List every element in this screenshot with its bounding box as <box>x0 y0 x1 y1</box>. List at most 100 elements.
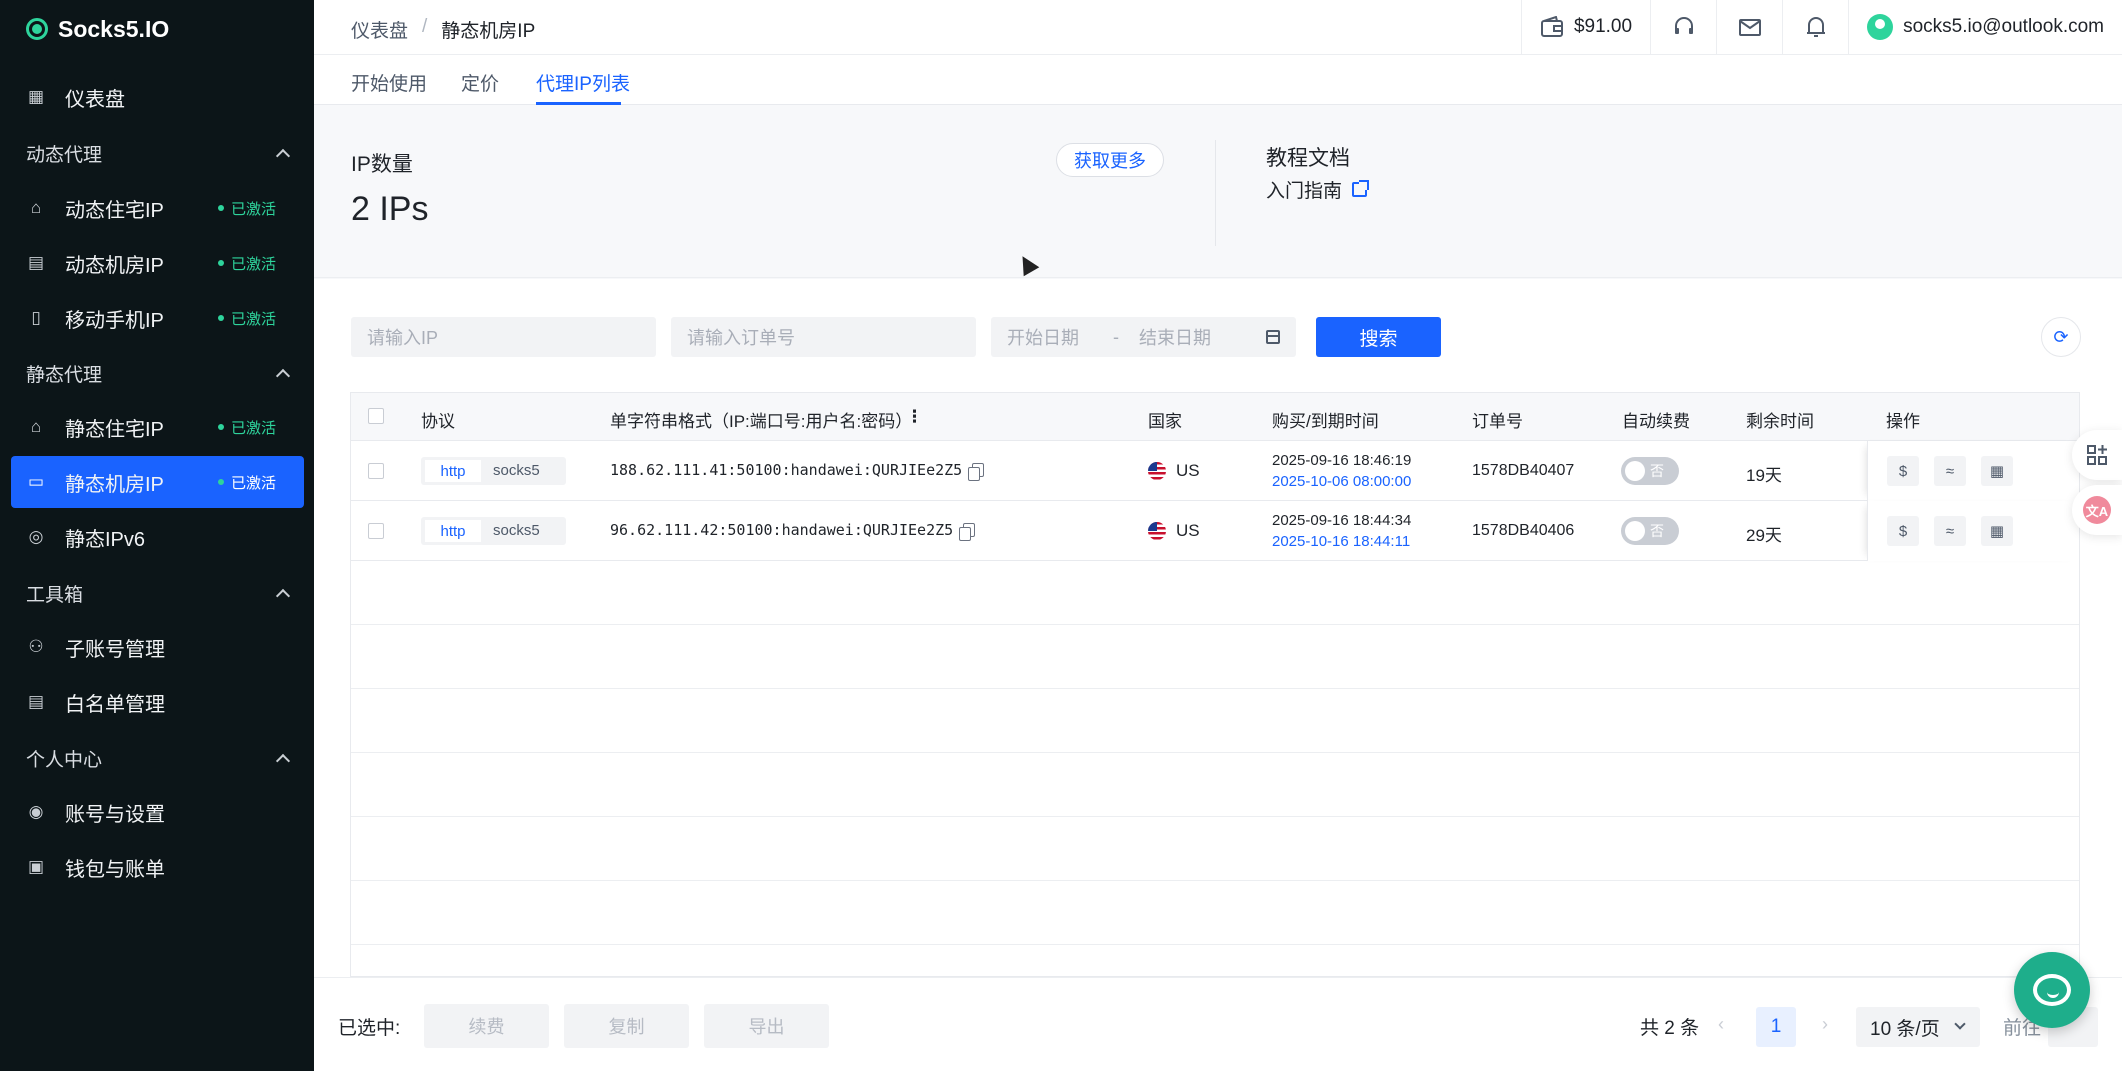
page-number[interactable]: 1 <box>1756 1007 1796 1047</box>
support-button[interactable] <box>1650 0 1716 54</box>
main-content: 请输入IP 请输入订单号 开始日期 - 结束日期 搜索 ⟳ 协议 单字符串格式（… <box>314 279 2122 977</box>
sidebar-item-dynamic-datacenter[interactable]: ▤ 动态机房IP 已激活 <box>11 237 304 289</box>
sidebar-item-subaccounts[interactable]: ⚇ 子账号管理 <box>11 621 304 673</box>
breadcrumb-dashboard[interactable]: 仪表盘 <box>351 16 408 43</box>
row-checkbox[interactable] <box>368 463 384 479</box>
apps-button[interactable] <box>2072 430 2122 480</box>
ip-count-value: 2 IPs <box>351 190 429 228</box>
batch-renew-button[interactable]: 续费 <box>424 1004 549 1048</box>
sidebar-item-label: 动态住宅IP <box>65 199 164 222</box>
sidebar-group-label: 静态代理 <box>26 364 103 386</box>
select-all-checkbox[interactable] <box>368 408 384 424</box>
ip-search-input[interactable]: 请输入IP <box>351 317 656 357</box>
balance-button[interactable]: $91.00 <box>1520 0 1650 54</box>
balance-amount: $91.00 <box>1573 16 1633 37</box>
table-row: http socks5 96.62.111.42:50100:handawei:… <box>351 501 2079 561</box>
column-menu-icon[interactable]: ⋮ <box>906 407 923 427</box>
renew-icon[interactable]: $ <box>1887 516 1919 546</box>
sidebar-group-static[interactable]: 静态代理 <box>0 353 314 393</box>
date-range-picker[interactable]: 开始日期 - 结束日期 <box>991 317 1296 357</box>
chevron-down-icon <box>1954 1018 1966 1030</box>
toggle-knob <box>1625 461 1645 481</box>
batch-copy-button[interactable]: 复制 <box>564 1004 689 1048</box>
copy-icon[interactable] <box>959 523 976 541</box>
auto-renew-toggle[interactable]: 否 <box>1621 517 1679 545</box>
page-size-select[interactable]: 10 条/页 <box>1856 1007 1980 1047</box>
user-email: socks5.io@outlook.com <box>1903 16 2104 37</box>
get-more-button[interactable]: 获取更多 <box>1056 143 1164 177</box>
sidebar-item-static-residential[interactable]: ⌂ 静态住宅IP 已激活 <box>11 401 304 453</box>
auto-renew-toggle[interactable]: 否 <box>1621 457 1679 485</box>
sidebar-item-account[interactable]: ◉ 账号与设置 <box>11 786 304 838</box>
col-country: 国家 <box>1148 412 1182 431</box>
sidebar-group-personal[interactable]: 个人中心 <box>0 738 314 778</box>
renew-icon[interactable]: $ <box>1887 456 1919 486</box>
mail-button[interactable] <box>1716 0 1782 54</box>
network-test-icon[interactable]: ≈ <box>1934 456 1966 486</box>
breadcrumb-current: 静态机房IP <box>441 21 536 42</box>
chevron-up-icon <box>275 588 291 604</box>
stats-panel: IP数量 2 IPs 获取更多 教程文档 入门指南 <box>314 106 2122 278</box>
expiry-time: 2025-10-16 18:44:11 <box>1272 533 1411 550</box>
qr-code-icon[interactable]: ▦ <box>1981 456 2013 486</box>
network-test-icon[interactable]: ≈ <box>1934 516 1966 546</box>
refresh-button[interactable]: ⟳ <box>2041 317 2081 357</box>
table-row: http socks5 188.62.111.41:50100:handawei… <box>351 441 2079 501</box>
sidebar-item-label: 钱包与账单 <box>65 858 165 881</box>
copy-icon[interactable] <box>968 463 985 481</box>
sidebar-item-whitelist[interactable]: ▤ 白名单管理 <box>11 676 304 728</box>
next-page-icon[interactable]: › <box>1822 1014 1828 1035</box>
toggle-knob <box>1625 521 1645 541</box>
row-checkbox[interactable] <box>368 523 384 539</box>
grid-icon: ▦ <box>27 87 45 106</box>
sidebar-item-dynamic-residential[interactable]: ⌂ 动态住宅IP 已激活 <box>11 182 304 234</box>
tab-proxy-list[interactable]: 代理IP列表 <box>536 69 630 96</box>
credential-string: 96.62.111.42:50100:handawei:QURJIEe2Z5 <box>610 521 954 539</box>
tab-pricing[interactable]: 定价 <box>461 69 499 96</box>
divider <box>1215 140 1216 246</box>
protocol-http[interactable]: http <box>425 460 481 482</box>
order-search-input[interactable]: 请输入订单号 <box>671 317 976 357</box>
getting-started-link[interactable]: 入门指南 <box>1266 176 1370 203</box>
notification-button[interactable] <box>1782 0 1848 54</box>
protocol-socks5[interactable]: socks5 <box>493 462 540 479</box>
sidebar-item-static-datacenter[interactable]: ▭ 静态机房IP 已激活 <box>11 456 304 508</box>
sidebar-group-label: 个人中心 <box>26 749 103 771</box>
protocol-http[interactable]: http <box>425 520 481 542</box>
chat-support-button[interactable] <box>2014 952 2090 1028</box>
docs-link-label: 入门指南 <box>1266 181 1343 202</box>
logo-icon <box>26 18 48 40</box>
qr-code-icon[interactable]: ▦ <box>1981 516 2013 546</box>
mail-icon <box>1738 19 1761 36</box>
toggle-label: 否 <box>1650 523 1664 539</box>
logo[interactable]: Socks5.IO <box>26 14 169 44</box>
sidebar-item-dashboard[interactable]: ▦ 仪表盘 <box>11 71 304 123</box>
external-link-icon <box>1352 180 1370 197</box>
sidebar-item-ipv6[interactable]: ◎ 静态IPv6 <box>11 511 304 563</box>
sidebar-item-mobile[interactable]: ▯ 移动手机IP 已激活 <box>11 292 304 344</box>
tab-get-started[interactable]: 开始使用 <box>351 69 427 96</box>
sidebar-group-tools[interactable]: 工具箱 <box>0 573 314 613</box>
headset-icon <box>1674 17 1693 34</box>
toggle-label: 否 <box>1650 463 1664 479</box>
user-menu[interactable]: socks5.io@outlook.com <box>1848 0 2122 54</box>
empty-row <box>351 561 2079 625</box>
sidebar-group-dynamic[interactable]: 动态代理 <box>0 133 314 173</box>
sidebar-item-wallet[interactable]: ▣ 钱包与账单 <box>11 841 304 893</box>
order-input-placeholder: 请输入订单号 <box>687 328 795 348</box>
protocol-switch: http socks5 <box>421 457 566 485</box>
batch-export-button[interactable]: 导出 <box>704 1004 829 1048</box>
protocol-switch: http socks5 <box>421 517 566 545</box>
empty-row <box>351 753 2079 817</box>
remaining-time: 19天 <box>1746 466 1782 485</box>
protocol-socks5[interactable]: socks5 <box>493 522 540 539</box>
prev-page-icon[interactable]: ‹ <box>1718 1014 1724 1035</box>
ip-input-placeholder: 请输入IP <box>367 328 439 348</box>
translate-button[interactable]: 文A <box>2072 485 2122 535</box>
start-date-placeholder: 开始日期 <box>1007 328 1079 348</box>
order-number: 1578DB40406 <box>1472 522 1575 539</box>
credential-cell: 188.62.111.41:50100:handawei:QURJIEe2Z5 <box>610 461 985 481</box>
page-tabs: 开始使用 定价 代理IP列表 <box>314 55 2122 105</box>
search-button[interactable]: 搜索 <box>1316 317 1441 357</box>
us-flag-icon <box>1148 462 1166 480</box>
